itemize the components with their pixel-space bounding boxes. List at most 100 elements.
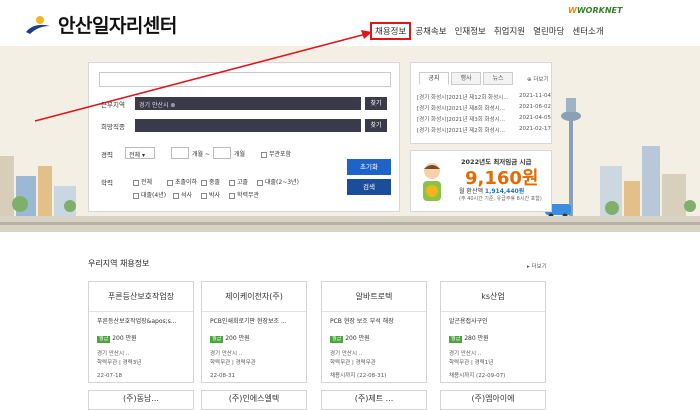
nav-center-intro[interactable]: 센터소개 <box>568 22 607 40</box>
pay-type-badge: 월급 <box>210 336 224 343</box>
job-card-pay: 월급 200 만원 <box>322 334 426 344</box>
edu-checkbox[interactable] <box>133 192 139 199</box>
job-card-deadline: 22-07-18 <box>97 373 122 379</box>
career-select[interactable]: 전체 ▾ <box>125 147 155 159</box>
wage-monthly-value: 1,914,440원 <box>484 188 525 195</box>
tab-events[interactable]: 행사 <box>451 72 481 85</box>
edu-option[interactable]: 초졸이하 <box>167 177 197 186</box>
job-card-deadline: 채용시까지 (22-08-31) <box>330 373 387 379</box>
edu-option[interactable]: 박사 <box>201 190 220 199</box>
tab-notice[interactable]: 공지 <box>419 72 449 85</box>
site-logo-text[interactable]: 안산일자리센터 <box>58 11 177 38</box>
pay-amount: 200 만원 <box>112 335 137 342</box>
edu-checkbox[interactable] <box>167 179 173 186</box>
notice-title: [경기 화성시]2021년 제12회 화성시... <box>417 95 509 101</box>
job-card-condition: 학력무관 | 경력무관 <box>210 360 256 366</box>
notice-date: 2021-11-04 <box>519 93 551 99</box>
edu-checkbox[interactable] <box>173 192 179 199</box>
no-career-checkbox[interactable] <box>261 151 267 158</box>
region-more-text: 더보기 <box>531 264 547 270</box>
job-type-label: 희망직종 <box>101 123 125 131</box>
edu-checkbox[interactable] <box>133 179 139 186</box>
job-card[interactable]: 제이케이전자(주) PCB인쇄회로기판 현장보조 ... 월급 200 만원 경기… <box>201 281 307 383</box>
job-card-company-next[interactable]: (주)동남... <box>88 390 194 410</box>
tab-news[interactable]: 뉴스 <box>483 72 513 85</box>
edu-option[interactable]: 중졸 <box>201 177 220 186</box>
notice-panel: 공지 행사 뉴스 ⊕ 더보기 [경기 화성시]2021년 제12회 화성시...… <box>410 62 552 144</box>
edu-checkbox[interactable] <box>201 179 207 186</box>
job-card-location: 경기 안산시 .. <box>449 351 482 357</box>
minimum-wage-banner[interactable]: 2022년도 최저임금 시급 9,160원 월 환산액 1,914,440원 (… <box>410 150 552 212</box>
notice-title: [경기 화성시]2021년 제8회 화성시... <box>417 106 505 112</box>
notice-item[interactable]: [경기 화성시]2021년 제12회 화성시... 2021-11-04 <box>417 93 551 104</box>
edu-option[interactable]: 학력무관 <box>229 190 259 199</box>
job-card-condition: 학력무관 | 경력1년 <box>449 360 494 366</box>
notice-date: 2021-06-02 <box>519 104 551 110</box>
no-career-option[interactable]: 무관포함 <box>261 149 291 158</box>
notice-item[interactable]: [경기 화성시]2021년 제2회 화성시... 2021-02-17 <box>417 126 551 137</box>
pay-type-badge: 월급 <box>449 336 463 343</box>
nav-employment-support[interactable]: 취업지원 <box>490 22 529 40</box>
job-card[interactable]: 알바트로텍 PCB 현장 보조 부석 해장 월급 200 만원 경기 안산시 ..… <box>321 281 427 383</box>
edu-option[interactable]: 전체 <box>133 177 152 186</box>
job-search-panel: 근무지역 경기 안산시 ⊗ 찾기 희망직종 찾기 경력 전체 ▾ 개월 ~ 개월… <box>88 62 400 212</box>
edu-checkbox[interactable] <box>201 192 207 199</box>
work-region-find-button[interactable]: 찾기 <box>365 97 387 110</box>
job-card-company-next[interactable]: (주)제트 ... <box>321 390 427 410</box>
career-min-input[interactable] <box>171 147 189 159</box>
center-logo-icon[interactable] <box>24 14 52 36</box>
pay-type-badge: 월급 <box>97 336 111 343</box>
job-card[interactable]: 푸른등산보호작업장 푸른등산보호작업장&apos;s... 월급 200 만원 경… <box>88 281 194 383</box>
notice-item[interactable]: [경기 화성시]2021년 제3회 화성시... 2021-04-05 <box>417 115 551 126</box>
edu-option-label: 고졸 <box>237 179 249 186</box>
main-nav: 채용정보 공채속보 인재정보 취업지원 열린마당 센터소개 <box>370 22 608 40</box>
job-card[interactable]: ks산업 알곤용접사구인 월급 280 만원 경기 안산시 .. 학력무관 | 경… <box>440 281 546 383</box>
keyword-search-input[interactable] <box>99 72 391 87</box>
site-header: 안산일자리센터 WWORKNET 채용정보 공채속보 인재정보 취업지원 열린마… <box>0 0 700 46</box>
edu-checkbox[interactable] <box>257 179 263 186</box>
job-card-company: 푸른등산보호작업장 <box>89 282 193 312</box>
edu-option[interactable]: 대졸(4년) <box>133 190 166 199</box>
notice-item[interactable]: [경기 화성시]2021년 제8회 화성시... 2021-06-02 <box>417 104 551 115</box>
job-card-company: 알바트로텍 <box>322 282 426 312</box>
job-card-company-next[interactable]: (주)엠아이에 <box>440 390 546 410</box>
job-card-location: 경기 안산시 .. <box>97 351 130 357</box>
notice-title: [경기 화성시]2021년 제3회 화성시... <box>417 117 505 123</box>
edu-option-label: 중졸 <box>209 179 221 186</box>
job-type-find-button[interactable]: 찾기 <box>365 119 387 132</box>
job-card-condition: 학력무관 | 경력무관 <box>330 360 376 366</box>
job-card-pay: 월급 200 만원 <box>202 334 306 344</box>
nav-public-recruit[interactable]: 공채속보 <box>411 22 450 40</box>
worknet-logo-text: WORKNET <box>576 6 623 15</box>
search-button[interactable]: 검색 <box>347 179 391 195</box>
job-type-field[interactable] <box>135 119 361 132</box>
edu-option[interactable]: 대졸(2~3년) <box>257 177 299 186</box>
job-card-location: 경기 안산시 .. <box>210 351 243 357</box>
job-card-company: ks산업 <box>441 282 545 312</box>
notice-title: [경기 화성시]2021년 제2회 화성시... <box>417 128 505 134</box>
job-card-title: PCB 현장 보조 부석 해장 <box>330 318 394 325</box>
edu-option[interactable]: 석사 <box>173 190 192 199</box>
nav-job-info[interactable]: 채용정보 <box>370 22 412 40</box>
reset-button[interactable]: 초기화 <box>347 159 391 175</box>
edu-option-label: 박사 <box>209 192 221 199</box>
career-max-input[interactable] <box>213 147 231 159</box>
edu-option[interactable]: 고졸 <box>229 177 248 186</box>
notice-more-link[interactable]: ⊕ 더보기 <box>527 75 549 83</box>
wage-monthly-label: 월 환산액 <box>459 188 483 195</box>
job-card-pay: 월급 280 만원 <box>441 334 545 344</box>
edu-checkbox[interactable] <box>229 179 235 186</box>
edu-checkbox[interactable] <box>229 192 235 199</box>
job-card-deadline: 채용시까지 (22-09-07) <box>449 373 506 379</box>
nav-open-board[interactable]: 열린마당 <box>529 22 568 40</box>
notice-more-text: 더보기 <box>533 77 549 83</box>
region-more-link[interactable]: ▸ 더보기 <box>527 262 547 270</box>
job-card-deadline: 22-08-31 <box>210 373 235 379</box>
nav-talent-info[interactable]: 인재정보 <box>451 22 490 40</box>
work-region-field[interactable]: 경기 안산시 ⊗ <box>135 97 361 110</box>
career-months-text: 개월 ~ <box>192 151 210 158</box>
notice-date: 2021-04-05 <box>519 115 551 121</box>
no-career-text: 무관포함 <box>269 151 292 158</box>
worknet-logo[interactable]: WWORKNET <box>568 6 622 15</box>
job-card-company-next[interactable]: (주)인에스엘텍 <box>201 390 307 410</box>
